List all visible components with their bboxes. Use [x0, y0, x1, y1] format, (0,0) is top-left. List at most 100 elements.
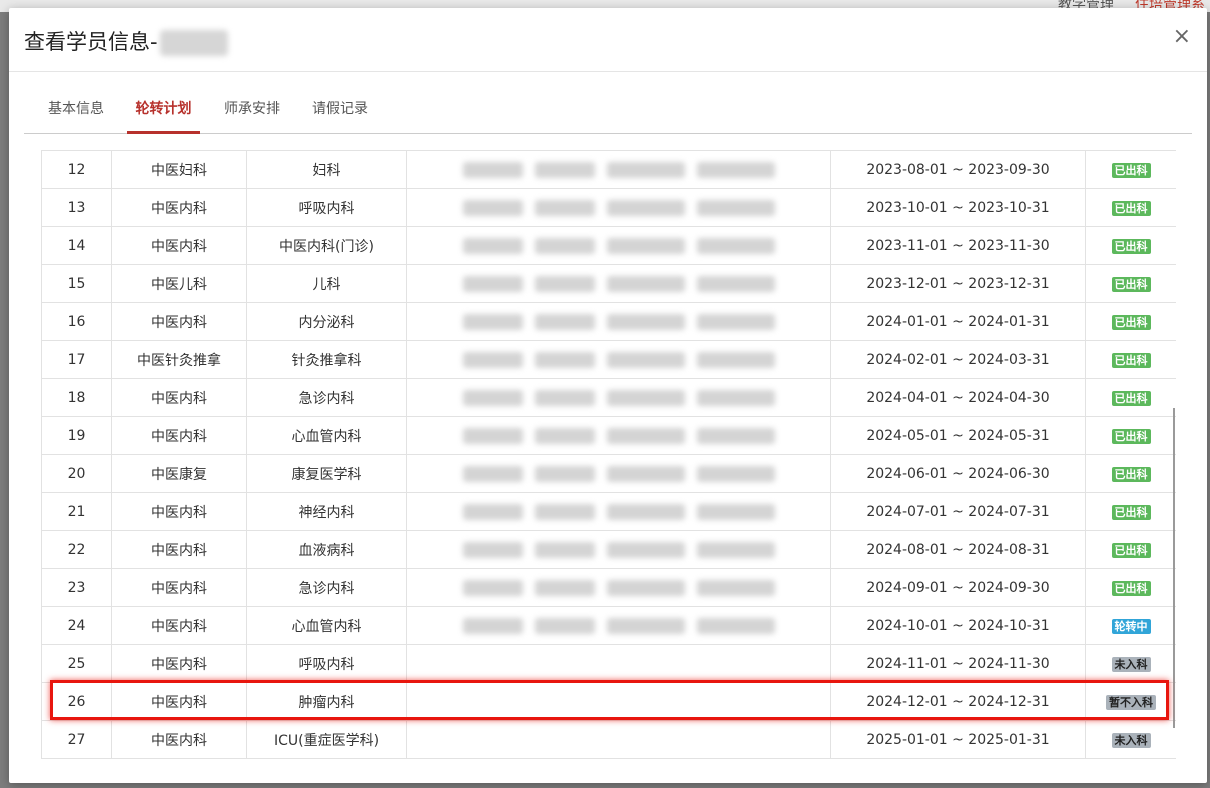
table-row[interactable]: 22 中医内科 血液病科 2024-08-01 ~ 2024-08-31 已出科 [41, 530, 1176, 569]
table-row[interactable]: 25 中医内科 呼吸内科 2024-11-01 ~ 2024-11-30 未入科 [41, 644, 1176, 683]
cell-dept: 中医内科 [111, 492, 247, 531]
cell-status: 已出科 [1085, 340, 1176, 379]
cell-status: 已出科 [1085, 378, 1176, 417]
table-row[interactable]: 27 中医内科 ICU(重症医学科) 2025-01-01 ~ 2025-01-31 未… [41, 720, 1176, 759]
table-row[interactable]: 21 中医内科 神经内科 2024-07-01 ~ 2024-07-31 已出科 [41, 492, 1176, 531]
tab-rotation-plan[interactable]: 轮转计划 [127, 96, 200, 134]
cell-dept: 中医内科 [111, 568, 247, 607]
table-row[interactable]: 20 中医康复 康复医学科 2024-06-01 ~ 2024-06-30 已出科 [41, 454, 1176, 493]
cell-period: 2024-08-01 ~ 2024-08-31 [830, 530, 1086, 569]
cell-status: 已出科 [1085, 416, 1176, 455]
table-row[interactable]: 24 中医内科 心血管内科 2024-10-01 ~ 2024-10-31 轮转中 [41, 606, 1176, 645]
cell-status: 未入科 [1085, 644, 1176, 683]
close-icon[interactable]: × [1173, 26, 1191, 48]
cell-subdept: 呼吸内科 [246, 644, 407, 683]
student-info-modal: 查看学员信息- × 基本信息 轮转计划 师承安排 请假记录 12 中医妇科 妇科 20… [9, 8, 1207, 783]
cell-dept: 中医内科 [111, 682, 247, 721]
table-row[interactable]: 14 中医内科 中医内科(门诊) 2023-11-01 ~ 2023-11-30 已出科 [41, 226, 1176, 265]
cell-redacted [406, 226, 831, 265]
cell-period: 2024-06-01 ~ 2024-06-30 [830, 454, 1086, 493]
cell-period: 2024-05-01 ~ 2024-05-31 [830, 416, 1086, 455]
cell-dept: 中医妇科 [111, 150, 247, 189]
table-row[interactable]: 12 中医妇科 妇科 2023-08-01 ~ 2023-09-30 已出科 [41, 150, 1176, 189]
tab-bar: 基本信息 轮转计划 师承安排 请假记录 [24, 96, 1192, 134]
cell-dept: 中医内科 [111, 416, 247, 455]
cell-dept: 中医内科 [111, 530, 247, 569]
cell-empty [406, 682, 831, 721]
cell-dept: 中医内科 [111, 226, 247, 265]
cell-redacted [406, 568, 831, 607]
cell-dept: 中医内科 [111, 720, 247, 759]
status-badge: 轮转中 [1111, 618, 1151, 634]
cell-period: 2023-12-01 ~ 2023-12-31 [830, 264, 1086, 303]
cell-dept: 中医内科 [111, 302, 247, 341]
cell-no: 26 [41, 682, 112, 721]
status-badge: 已出科 [1111, 466, 1151, 482]
table-row[interactable]: 19 中医内科 心血管内科 2024-05-01 ~ 2024-05-31 已出科 [41, 416, 1176, 455]
cell-subdept: 内分泌科 [246, 302, 407, 341]
tab-leave-records[interactable]: 请假记录 [304, 96, 376, 134]
status-badge: 已出科 [1111, 390, 1151, 406]
cell-period: 2024-04-01 ~ 2024-04-30 [830, 378, 1086, 417]
status-badge: 已出科 [1111, 542, 1151, 558]
cell-subdept: 神经内科 [246, 492, 407, 531]
cell-dept: 中医内科 [111, 378, 247, 417]
cell-empty [406, 720, 831, 759]
table-row[interactable]: 16 中医内科 内分泌科 2024-01-01 ~ 2024-01-31 已出科 [41, 302, 1176, 341]
cell-subdept: 急诊内科 [246, 568, 407, 607]
status-badge: 已出科 [1111, 162, 1151, 178]
cell-status: 已出科 [1085, 226, 1176, 265]
cell-period: 2024-02-01 ~ 2024-03-31 [830, 340, 1086, 379]
cell-status: 轮转中 [1085, 606, 1176, 645]
cell-redacted [406, 150, 831, 189]
rotation-table-container[interactable]: 12 中医妇科 妇科 2023-08-01 ~ 2023-09-30 已出科 13 中医内科… [41, 150, 1176, 762]
cell-status: 已出科 [1085, 454, 1176, 493]
cell-dept: 中医针灸推拿 [111, 340, 247, 379]
cell-no: 15 [41, 264, 112, 303]
status-badge: 已出科 [1111, 200, 1151, 216]
cell-period: 2024-12-01 ~ 2024-12-31 [830, 682, 1086, 721]
table-row[interactable]: 17 中医针灸推拿 针灸推拿科 2024-02-01 ~ 2024-03-31 已出科 [41, 340, 1176, 379]
table-row[interactable]: 23 中医内科 急诊内科 2024-09-01 ~ 2024-09-30 已出科 [41, 568, 1176, 607]
cell-subdept: 妇科 [246, 150, 407, 189]
cell-dept: 中医康复 [111, 454, 247, 493]
cell-period: 2025-01-01 ~ 2025-01-31 [830, 720, 1086, 759]
table-row[interactable]: 26 中医内科 肿瘤内科 2024-12-01 ~ 2024-12-31 暂不入科 [41, 682, 1176, 721]
cell-subdept: 心血管内科 [246, 416, 407, 455]
cell-subdept: 中医内科(门诊) [246, 226, 407, 265]
cell-status: 暂不入科 [1085, 682, 1176, 721]
table-scrollbar[interactable] [1173, 408, 1175, 728]
cell-period: 2024-11-01 ~ 2024-11-30 [830, 644, 1086, 683]
cell-no: 12 [41, 150, 112, 189]
cell-redacted [406, 606, 831, 645]
cell-no: 20 [41, 454, 112, 493]
cell-redacted [406, 530, 831, 569]
cell-subdept: 康复医学科 [246, 454, 407, 493]
status-badge: 已出科 [1111, 238, 1151, 254]
cell-subdept: 血液病科 [246, 530, 407, 569]
status-badge: 未入科 [1111, 732, 1151, 748]
table-row[interactable]: 13 中医内科 呼吸内科 2023-10-01 ~ 2023-10-31 已出科 [41, 188, 1176, 227]
tab-mentorship[interactable]: 师承安排 [216, 96, 288, 134]
cell-status: 已出科 [1085, 150, 1176, 189]
cell-subdept: 儿科 [246, 264, 407, 303]
status-badge: 已出科 [1111, 428, 1151, 444]
cell-subdept: 心血管内科 [246, 606, 407, 645]
cell-no: 18 [41, 378, 112, 417]
status-badge: 已出科 [1111, 276, 1151, 292]
tab-basic-info[interactable]: 基本信息 [40, 96, 112, 134]
table-row[interactable]: 15 中医儿科 儿科 2023-12-01 ~ 2023-12-31 已出科 [41, 264, 1176, 303]
cell-status: 已出科 [1085, 302, 1176, 341]
status-badge: 暂不入科 [1106, 694, 1156, 710]
cell-status: 已出科 [1085, 568, 1176, 607]
cell-period: 2023-10-01 ~ 2023-10-31 [830, 188, 1086, 227]
status-badge: 已出科 [1111, 504, 1151, 520]
table-row[interactable]: 18 中医内科 急诊内科 2024-04-01 ~ 2024-04-30 已出科 [41, 378, 1176, 417]
cell-no: 24 [41, 606, 112, 645]
status-badge: 已出科 [1111, 580, 1151, 596]
cell-no: 27 [41, 720, 112, 759]
cell-no: 17 [41, 340, 112, 379]
status-badge: 未入科 [1111, 656, 1151, 672]
cell-redacted [406, 416, 831, 455]
cell-redacted [406, 454, 831, 493]
